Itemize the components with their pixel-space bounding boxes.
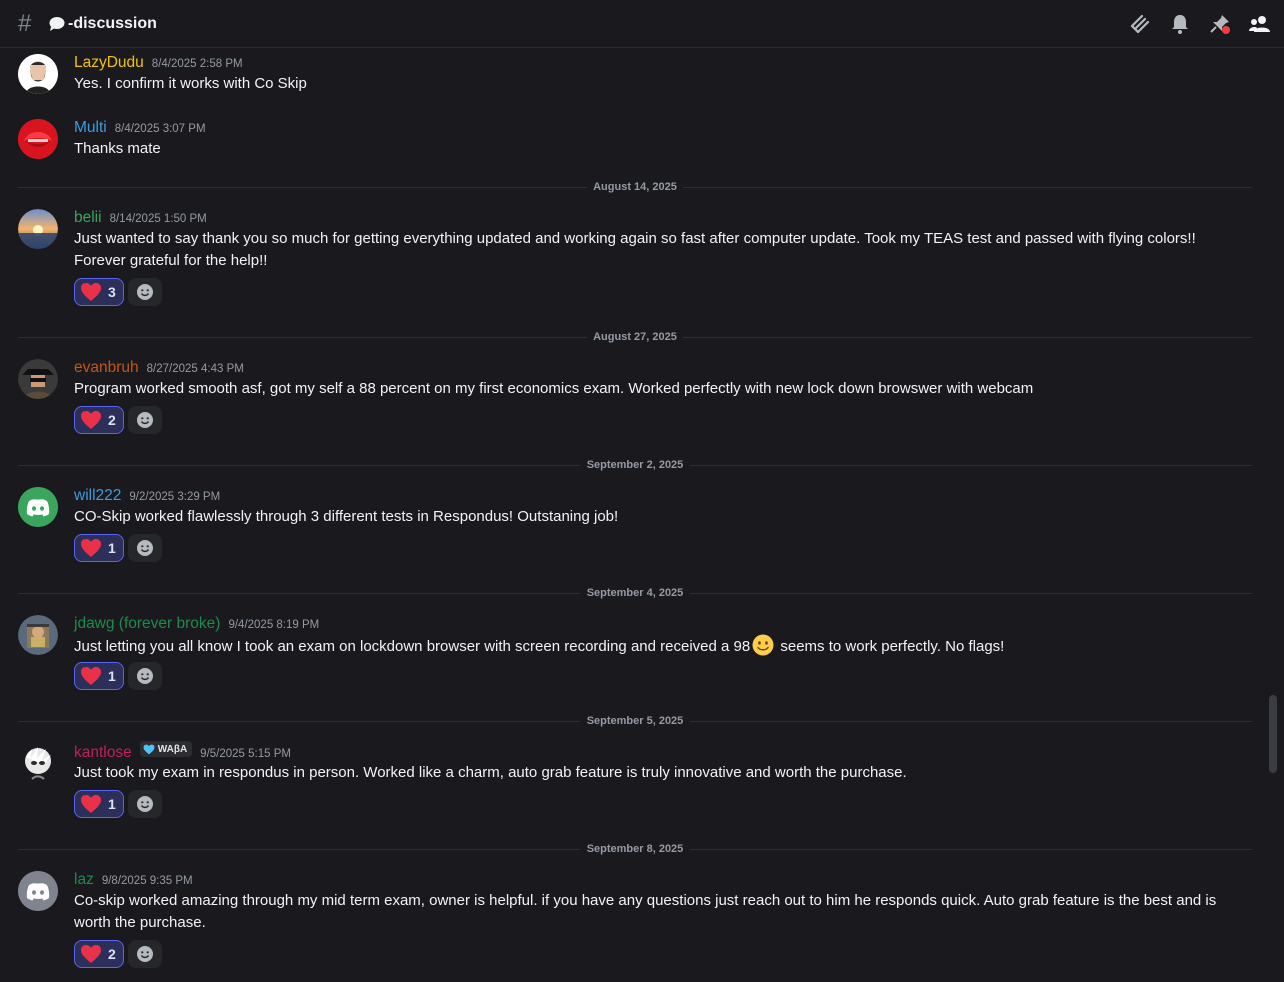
blue-heart-icon bbox=[143, 744, 155, 754]
speech-bubble-icon bbox=[48, 15, 66, 33]
heart-icon bbox=[81, 945, 101, 963]
heart-reaction[interactable]: 2 bbox=[74, 406, 124, 434]
message-text: Just wanted to say thank you so much for… bbox=[74, 230, 1196, 269]
reactions: 1 bbox=[74, 790, 162, 818]
smiley-icon bbox=[136, 946, 153, 962]
reactions: 2 bbox=[74, 406, 162, 434]
timestamp: 8/27/2025 4:43 PM bbox=[146, 363, 244, 375]
username[interactable]: laz bbox=[74, 871, 94, 889]
username[interactable]: LazyDudu bbox=[74, 54, 144, 72]
reaction-count: 1 bbox=[108, 796, 116, 812]
avatar-belii[interactable] bbox=[18, 209, 58, 249]
add-reaction-button[interactable] bbox=[127, 278, 162, 306]
avatar-laz[interactable] bbox=[18, 871, 58, 911]
message-text: Program worked smooth asf, got my self a… bbox=[74, 380, 1034, 397]
heart-icon bbox=[81, 795, 101, 813]
guild-tag-badge[interactable]: WAβA bbox=[139, 741, 193, 757]
date-divider: September 5, 2025 bbox=[18, 715, 1252, 727]
message-text: Yes. I confirm it works with Co Skip bbox=[74, 75, 307, 92]
header-toolbar bbox=[1128, 12, 1272, 36]
scrollbar-thumb[interactable] bbox=[1269, 695, 1277, 773]
threads-icon[interactable] bbox=[1128, 12, 1152, 36]
channel-header: # -discussion bbox=[0, 0, 1284, 48]
date-divider: September 8, 2025 bbox=[18, 843, 1252, 855]
smiley-icon bbox=[136, 796, 153, 812]
add-reaction-button[interactable] bbox=[127, 406, 162, 434]
reactions: 3 bbox=[74, 278, 162, 306]
channel-name: -discussion bbox=[68, 15, 157, 32]
date-divider: August 14, 2025 bbox=[18, 181, 1252, 193]
timestamp: 9/5/2025 5:15 PM bbox=[200, 747, 291, 760]
add-reaction-button[interactable] bbox=[127, 534, 162, 562]
heart-reaction[interactable]: 1 bbox=[74, 662, 124, 690]
timestamp: 8/4/2025 2:58 PM bbox=[151, 58, 243, 70]
reaction-count: 2 bbox=[108, 946, 116, 962]
slightly-smiling-face-icon bbox=[752, 634, 774, 663]
message-text: Co-skip worked amazing through my mid te… bbox=[74, 892, 1217, 931]
timestamp: 8/4/2025 3:07 PM bbox=[114, 123, 206, 135]
date-divider: August 27, 2025 bbox=[18, 331, 1252, 343]
timestamp: 8/14/2025 1:50 PM bbox=[109, 213, 207, 225]
members-icon[interactable] bbox=[1248, 12, 1272, 36]
heart-reaction[interactable]: 3 bbox=[74, 278, 124, 306]
add-reaction-button[interactable] bbox=[127, 790, 162, 818]
date-divider: September 4, 2025 bbox=[18, 587, 1252, 599]
bell-icon[interactable] bbox=[1168, 12, 1192, 36]
avatar-multi[interactable] bbox=[18, 119, 58, 159]
message-text: Just letting you all know I took an exam… bbox=[74, 634, 1249, 663]
message-text: Thanks mate bbox=[74, 140, 161, 157]
date-divider: September 2, 2025 bbox=[18, 459, 1252, 471]
avatar-evanbruh[interactable] bbox=[18, 359, 58, 399]
username[interactable]: Multi bbox=[74, 119, 107, 137]
message-text: Just took my exam in respondus in person… bbox=[74, 764, 907, 781]
avatar-will222[interactable] bbox=[18, 487, 58, 527]
avatar-kantlose[interactable] bbox=[18, 743, 58, 783]
reaction-count: 1 bbox=[108, 540, 116, 556]
reactions: 1 bbox=[74, 662, 162, 690]
heart-icon bbox=[81, 539, 101, 557]
username[interactable]: evanbruh bbox=[74, 359, 139, 377]
username[interactable]: belii bbox=[74, 209, 102, 227]
username[interactable]: jdawg (forever broke) bbox=[74, 615, 220, 633]
heart-icon bbox=[81, 411, 101, 429]
message-list: LazyDudu 8/4/2025 2:58 PM Yes. I confirm … bbox=[0, 49, 1264, 982]
reactions: 2 bbox=[74, 940, 162, 968]
username[interactable]: will222 bbox=[74, 487, 121, 505]
avatar-jdawg[interactable] bbox=[18, 615, 58, 655]
heart-icon bbox=[81, 283, 101, 301]
reaction-count: 3 bbox=[108, 284, 116, 300]
reaction-count: 1 bbox=[108, 668, 116, 684]
smiley-icon bbox=[136, 540, 153, 556]
heart-reaction[interactable]: 2 bbox=[74, 940, 124, 968]
smiley-icon bbox=[136, 668, 153, 684]
message-text: CO-Skip worked flawlessly through 3 diff… bbox=[74, 508, 619, 525]
add-reaction-button[interactable] bbox=[127, 940, 162, 968]
timestamp: 9/4/2025 8:19 PM bbox=[228, 619, 320, 631]
reaction-count: 2 bbox=[108, 412, 116, 428]
timestamp: 9/8/2025 9:35 PM bbox=[101, 875, 193, 887]
add-reaction-button[interactable] bbox=[127, 662, 162, 690]
smiley-icon bbox=[136, 284, 153, 300]
username[interactable]: kantlose bbox=[74, 744, 132, 762]
pin-icon[interactable] bbox=[1208, 12, 1232, 36]
reactions: 1 bbox=[74, 534, 162, 562]
heart-reaction[interactable]: 1 bbox=[74, 790, 124, 818]
heart-reaction[interactable]: 1 bbox=[74, 534, 124, 562]
timestamp: 9/2/2025 3:29 PM bbox=[129, 491, 221, 503]
avatar-lazydudu[interactable] bbox=[18, 54, 58, 94]
heart-icon bbox=[81, 667, 101, 685]
smiley-icon bbox=[136, 412, 153, 428]
hash-icon: # bbox=[18, 10, 32, 37]
